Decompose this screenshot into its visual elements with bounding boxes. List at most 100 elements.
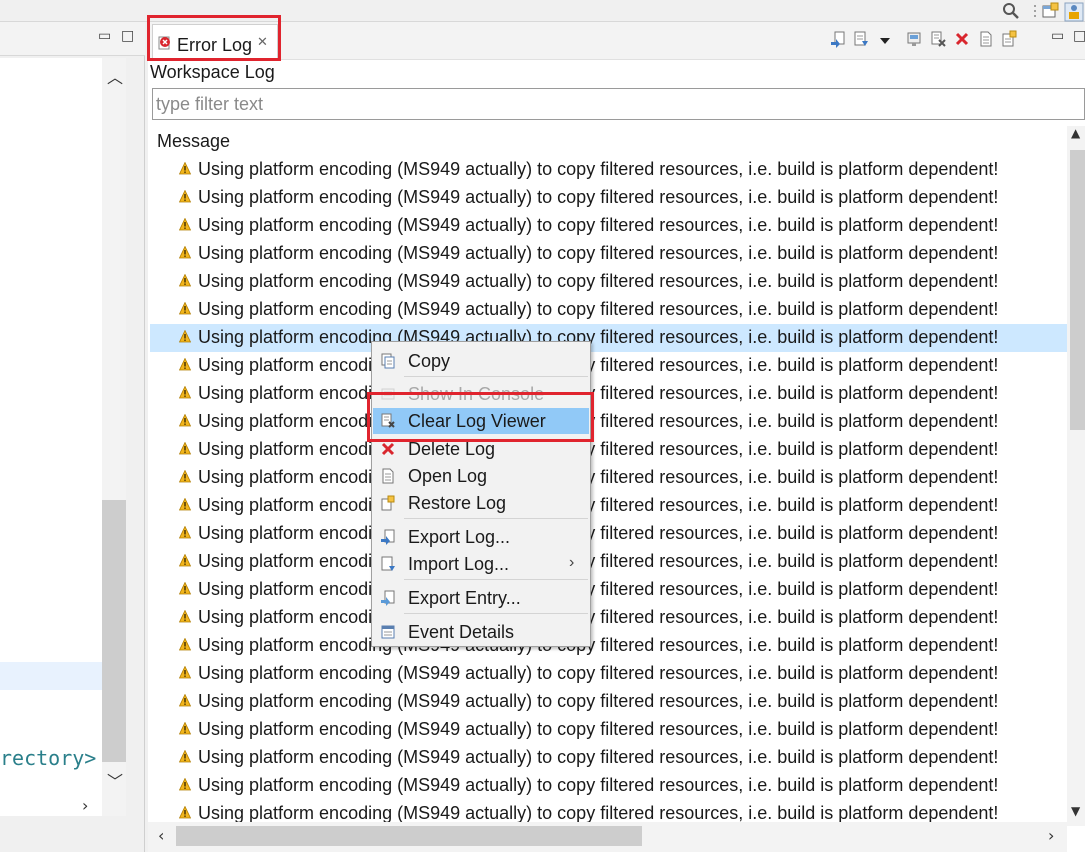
editor-current-line <box>0 662 102 690</box>
table-row[interactable]: Using platform encoding (MS949 actually)… <box>150 240 1067 268</box>
restore-log-icon[interactable] <box>1001 30 1017 48</box>
activate-on-new-events-icon[interactable] <box>906 30 922 48</box>
table-row[interactable]: Using platform encoding (MS949 actually)… <box>150 212 1067 240</box>
scroll-left-arrow-icon[interactable]: ‹ <box>158 826 164 845</box>
table-row[interactable]: Using platform encoding (MS949 actually)… <box>150 604 1067 632</box>
workspace-log-label: Workspace Log <box>150 62 275 82</box>
filter-input[interactable] <box>152 88 1085 120</box>
maximize-icon[interactable]: □ <box>1073 28 1085 44</box>
error-log-view: Error Log ✕ ▭ □ Workspace Log type filte… <box>148 22 1085 852</box>
editor-vertical-scroll-thumb[interactable] <box>102 500 126 762</box>
clear-log-icon[interactable] <box>930 30 946 48</box>
scroll-down-arrow-icon[interactable]: ﹀ <box>107 768 123 792</box>
menu-item-event-details[interactable]: Event Details <box>373 619 589 645</box>
editor-content[interactable]: rectory> <box>0 58 102 816</box>
import-log-icon[interactable] <box>853 30 869 48</box>
warning-icon <box>179 246 191 259</box>
warning-icon <box>179 358 191 371</box>
toolbar-separator-icon <box>1034 5 1036 17</box>
delete-icon <box>381 442 395 456</box>
delete-log-icon[interactable] <box>954 30 970 48</box>
row-message: Using platform encoding (MS949 actually)… <box>198 439 999 459</box>
java-perspective-icon[interactable] <box>1064 2 1084 22</box>
table-row[interactable]: Using platform encoding (MS949 actually)… <box>150 744 1067 772</box>
table-row[interactable]: Using platform encoding (MS949 actually)… <box>150 296 1067 324</box>
view-menu-icon[interactable] <box>877 32 893 50</box>
export-log-icon <box>381 529 395 545</box>
scroll-up-arrow-icon[interactable]: ︿ <box>107 64 123 88</box>
menu-item-label: Open Log <box>408 466 488 486</box>
table-row[interactable]: Using platform encoding (MS949 actually)… <box>150 576 1067 604</box>
row-message: Using platform encoding (MS949 actually)… <box>198 607 999 627</box>
eclipse-window: ▭ □ rectory> ︿ ﹀ › Error Log ✕ ▭ □ Works… <box>0 0 1085 852</box>
table-row[interactable]: Using platform encoding (MS949 actually)… <box>150 324 1067 352</box>
vertical-scroll-thumb[interactable] <box>1070 150 1085 430</box>
table-row[interactable]: Using platform encoding (MS949 actually)… <box>150 632 1067 660</box>
menu-item-copy[interactable]: Copy <box>373 348 589 374</box>
menu-item-restore-log[interactable]: Restore Log <box>373 490 589 516</box>
table-row[interactable]: Using platform encoding (MS949 actually)… <box>150 548 1067 576</box>
horizontal-scroll-thumb[interactable] <box>176 826 642 846</box>
warning-icon <box>179 778 191 791</box>
console-icon <box>381 388 395 400</box>
menu-item-label: Event Details <box>408 622 515 642</box>
minimize-icon[interactable]: ▭ <box>1051 28 1064 44</box>
menu-item-export-log[interactable]: Export Log... <box>373 524 589 550</box>
table-row[interactable]: Using platform encoding (MS949 actually)… <box>150 660 1067 688</box>
table-row[interactable]: Using platform encoding (MS949 actually)… <box>150 772 1067 800</box>
menu-item-label: Delete Log <box>408 439 496 459</box>
table-row[interactable]: Using platform encoding (MS949 actually)… <box>150 520 1067 548</box>
warning-icon <box>179 442 191 455</box>
menu-item-label: Import Log... <box>408 554 510 574</box>
scroll-right-arrow-icon[interactable]: › <box>82 796 88 815</box>
table-row[interactable]: Using platform encoding (MS949 actually)… <box>150 436 1067 464</box>
row-message: Using platform encoding (MS949 actually)… <box>198 691 999 711</box>
tab-error-log[interactable]: Error Log ✕ <box>152 24 278 60</box>
row-message: Using platform encoding (MS949 actually)… <box>198 551 999 571</box>
table-row[interactable]: Using platform encoding (MS949 actually)… <box>150 408 1067 436</box>
menu-item-import-log[interactable]: Import Log... › <box>373 551 589 577</box>
open-log-icon[interactable] <box>978 30 994 48</box>
log-entries-table[interactable]: Using platform encoding (MS949 actually)… <box>150 156 1067 826</box>
table-row[interactable]: Using platform encoding (MS949 actually)… <box>150 352 1067 380</box>
search-icon[interactable] <box>1002 2 1020 20</box>
open-log-icon <box>382 468 394 484</box>
menu-item-label: Copy <box>408 351 451 371</box>
menu-item-delete-log[interactable]: Delete Log <box>373 436 589 462</box>
table-row[interactable]: Using platform encoding (MS949 actually)… <box>150 492 1067 520</box>
view-tab-bar: Error Log ✕ ▭ □ <box>148 22 1085 60</box>
menu-item-clear-log-viewer[interactable]: Clear Log Viewer <box>373 408 589 434</box>
table-row[interactable]: Using platform encoding (MS949 actually)… <box>150 156 1067 184</box>
scroll-up-arrow-icon[interactable]: ▲ <box>1071 126 1080 140</box>
export-log-icon[interactable] <box>830 30 846 48</box>
warning-icon <box>179 666 191 679</box>
minimize-icon[interactable]: ▭ <box>98 28 111 44</box>
close-tab-icon[interactable]: ✕ <box>257 34 268 50</box>
warning-icon <box>179 302 191 315</box>
menu-item-show-in-console[interactable]: Show In Console <box>373 381 589 407</box>
table-row[interactable]: Using platform encoding (MS949 actually)… <box>150 688 1067 716</box>
table-row[interactable]: Using platform encoding (MS949 actually)… <box>150 464 1067 492</box>
column-header-label: Message <box>157 131 231 151</box>
menu-item-open-log[interactable]: Open Log <box>373 463 589 489</box>
tab-label: Error Log <box>177 35 253 55</box>
table-row[interactable]: Using platform encoding (MS949 actually)… <box>150 184 1067 212</box>
table-row[interactable]: Using platform encoding (MS949 actually)… <box>150 380 1067 408</box>
warning-icon <box>179 470 191 483</box>
open-perspective-icon[interactable] <box>1041 2 1059 20</box>
table-row[interactable]: Using platform encoding (MS949 actually)… <box>150 268 1067 296</box>
menu-separator <box>404 579 588 580</box>
warning-icon <box>179 582 191 595</box>
scroll-right-arrow-icon[interactable]: › <box>1048 826 1054 845</box>
message-column-header[interactable]: Message <box>150 126 1067 158</box>
copy-icon <box>381 353 395 369</box>
warning-icon <box>179 498 191 511</box>
warning-icon <box>179 162 191 175</box>
row-message: Using platform encoding (MS949 actually)… <box>198 187 999 207</box>
maximize-icon[interactable]: □ <box>121 28 134 44</box>
warning-icon <box>179 218 191 231</box>
row-message: Using platform encoding (MS949 actually)… <box>198 747 999 767</box>
table-row[interactable]: Using platform encoding (MS949 actually)… <box>150 716 1067 744</box>
scroll-down-arrow-icon[interactable]: ▼ <box>1071 804 1080 818</box>
menu-item-export-entry[interactable]: Export Entry... <box>373 585 589 611</box>
